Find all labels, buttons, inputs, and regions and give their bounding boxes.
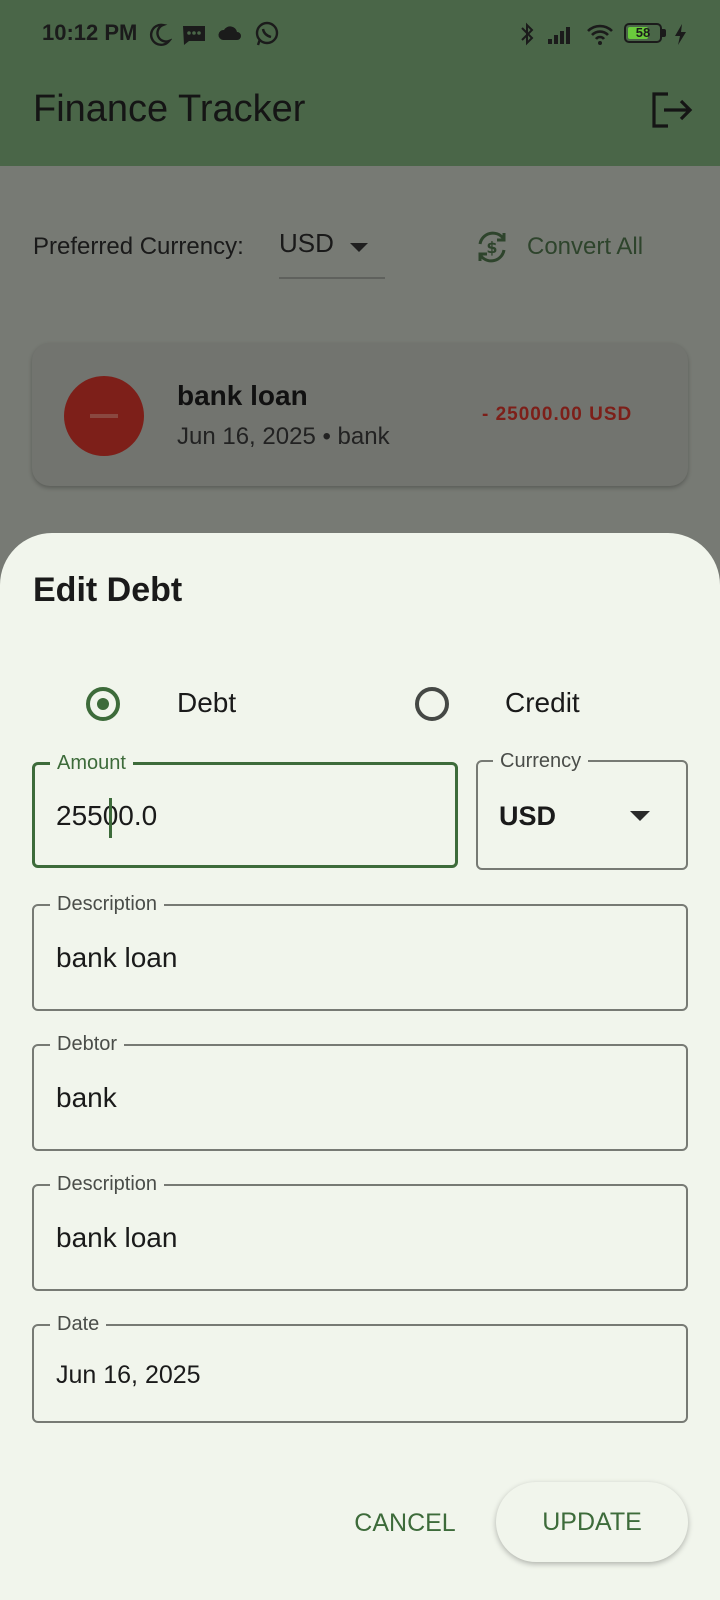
debtor-field[interactable] (32, 1044, 688, 1151)
debt-radio[interactable] (86, 687, 120, 721)
credit-radio[interactable] (415, 687, 449, 721)
transaction-title: bank loan (177, 380, 308, 411)
amount-value: 25500.0 (56, 800, 158, 831)
battery-tip (662, 29, 666, 37)
transaction-amount: - 25000.00 USD (482, 404, 633, 425)
currency-exchange-icon[interactable]: $ (473, 228, 511, 266)
battery-icon: 58 (624, 23, 662, 43)
moon-icon (149, 23, 172, 46)
app-title: Finance Tracker (33, 88, 306, 130)
cloud-icon (218, 26, 241, 40)
debtor-label: Debtor (50, 1033, 125, 1056)
minus-icon (90, 414, 118, 418)
description-label-2: Description (50, 1173, 165, 1196)
bluetooth-icon (521, 22, 534, 46)
whatsapp-icon (255, 21, 279, 46)
debt-radio-label[interactable]: Debt (177, 687, 236, 719)
currency-label: Currency (493, 750, 589, 773)
status-time: 10:12 PM (42, 20, 138, 45)
date-value: Jun 16, 2025 (56, 1361, 201, 1389)
description-value: bank loan (56, 942, 178, 973)
currency-value: USD (499, 801, 557, 831)
message-icon (183, 26, 205, 45)
signal-icon (548, 27, 570, 44)
credit-radio-label[interactable]: Credit (505, 687, 580, 719)
svg-text:$: $ (486, 238, 497, 257)
amount-label: Amount (50, 752, 133, 775)
battery-level: 58 (635, 25, 651, 40)
preferred-currency-label: Preferred Currency: (33, 233, 244, 260)
convert-all-button[interactable]: Convert All (527, 233, 643, 261)
date-label: Date (50, 1313, 107, 1336)
chevron-down-icon (630, 811, 650, 821)
description-value-2: bank loan (56, 1222, 178, 1253)
chevron-down-icon (350, 243, 368, 252)
text-caret (109, 798, 112, 838)
logout-icon[interactable] (650, 88, 694, 132)
cancel-button[interactable]: CANCEL (340, 1495, 470, 1551)
description-label: Description (50, 893, 165, 916)
debtor-value: bank (56, 1082, 117, 1113)
charging-icon (675, 24, 686, 45)
sheet-title: Edit Debt (33, 571, 183, 609)
preferred-currency-dropdown[interactable]: USD (279, 228, 334, 259)
wifi-icon (587, 24, 613, 45)
dropdown-underline (279, 277, 385, 279)
update-button[interactable]: UPDATE (496, 1482, 688, 1562)
transaction-subtitle: Jun 16, 2025 • bank (177, 423, 390, 450)
